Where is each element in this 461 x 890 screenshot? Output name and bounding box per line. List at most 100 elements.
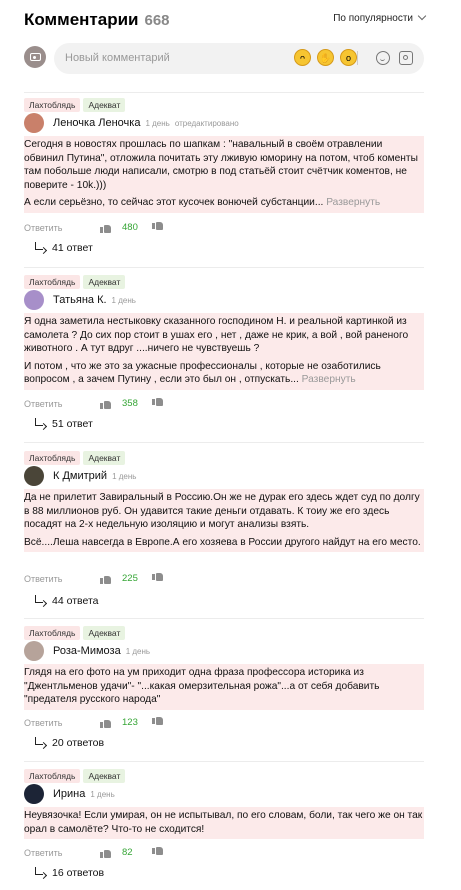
comment-paragraph: Глядя на его фото на ум приходит одна фр…	[24, 667, 380, 705]
comment-badges: Лахтоблядь Адекват	[24, 769, 128, 783]
comment-actions: Ответить 358	[24, 398, 424, 412]
comment-actions: Ответить 480	[24, 222, 424, 236]
new-comment-input[interactable]: Новый комментарий ᴖ ✋ o	[54, 43, 424, 74]
thumbs-up-icon[interactable]	[100, 717, 111, 729]
comment-body: Да не прилетит Завиральный в Россию.Он ж…	[24, 489, 424, 552]
badge: Адекват	[83, 451, 126, 465]
show-replies-button[interactable]: 44 ответа	[35, 595, 99, 609]
show-replies-button[interactable]: 51 ответ	[35, 418, 93, 432]
comment-badges: Лахтоблядь Адекват	[24, 98, 128, 112]
clap-emoji-icon[interactable]: ✋	[317, 49, 334, 66]
comment-actions: Ответить 82	[24, 847, 424, 861]
show-replies-button[interactable]: 16 ответов	[35, 867, 104, 881]
reply-arrow-icon	[35, 418, 43, 426]
comment-composer: Новый комментарий ᴖ ✋ o	[24, 43, 424, 74]
avatar[interactable]	[24, 290, 44, 310]
laugh-emoji-icon[interactable]: ᴖ	[294, 49, 311, 66]
avatar[interactable]	[24, 466, 44, 486]
thumbs-up-icon[interactable]	[100, 222, 111, 234]
reply-button[interactable]: Ответить	[24, 848, 62, 858]
comment-time: 1 день	[145, 119, 170, 128]
rating-score: 82	[122, 847, 133, 858]
reply-button[interactable]: Ответить	[24, 718, 62, 728]
comment-time: 1 день	[111, 296, 136, 305]
replies-count: 44 ответа	[52, 595, 99, 607]
badge: Адекват	[83, 769, 126, 783]
comment-paragraph: И потом , что же это за ужасные професси…	[24, 360, 381, 386]
comment-paragraph: Да не прилетит Завиральный в Россию.Он ж…	[24, 492, 420, 530]
edited-label: отредактировано	[174, 119, 239, 128]
show-replies-button[interactable]: 20 ответов	[35, 737, 104, 751]
comment-badges: Лахтоблядь Адекват	[24, 275, 128, 289]
comment-author: Леночка Леночка 1 день отредактировано	[24, 113, 424, 133]
author-name[interactable]: К Дмитрий	[53, 470, 107, 482]
comment: Лахтоблядь Адекват К Дмитрий 1 день Да не …	[24, 451, 424, 609]
avatar[interactable]	[24, 641, 44, 661]
emoji-picker-icon[interactable]	[376, 51, 390, 65]
reply-button[interactable]: Ответить	[24, 399, 62, 409]
comment-author: Ирина 1 день	[24, 784, 424, 804]
sort-dropdown[interactable]: По популярности	[333, 11, 427, 24]
divider	[24, 267, 424, 268]
thumbs-up-icon[interactable]	[100, 573, 111, 585]
comments-count: 668	[144, 12, 170, 29]
user-avatar[interactable]	[24, 46, 46, 68]
author-name[interactable]: Леночка Леночка	[53, 117, 140, 129]
comment-body: Глядя на его фото на ум приходит одна фр…	[24, 664, 424, 710]
author-name[interactable]: Татьяна К.	[53, 294, 107, 306]
show-replies-button[interactable]: 41 ответ	[35, 242, 93, 256]
comment: Лахтоблядь Адекват Роза-Мимоза 1 день Гляд…	[24, 626, 424, 752]
comment-paragraph: Всё....Леша навсегда в Европе.А его хозя…	[24, 536, 421, 548]
comment-body: Сегодня в новостях прошлась по шапкам : …	[24, 136, 424, 213]
thumbs-up-icon[interactable]	[100, 847, 111, 859]
badge: Лахтоблядь	[24, 275, 81, 289]
comment-badges: Лахтоблядь Адекват	[24, 626, 128, 640]
thumbs-down-icon[interactable]	[152, 573, 163, 585]
comment-actions: Ответить 225	[24, 573, 424, 587]
badge: Адекват	[83, 275, 126, 289]
wow-emoji-icon[interactable]: o	[340, 49, 357, 66]
thumbs-up-icon[interactable]	[100, 398, 111, 410]
rating-score: 123	[122, 717, 138, 728]
thumbs-down-icon[interactable]	[152, 222, 163, 234]
replies-count: 51 ответ	[52, 418, 93, 430]
camera-icon	[29, 53, 41, 61]
badge: Лахтоблядь	[24, 98, 81, 112]
comment-body: Неувязочка! Если умирая, он не испытывал…	[24, 807, 424, 839]
replies-count: 41 ответ	[52, 242, 93, 254]
comment-time: 1 день	[112, 472, 137, 481]
reply-arrow-icon	[35, 737, 43, 745]
reply-arrow-icon	[35, 595, 43, 603]
expand-link[interactable]: Развернуть	[302, 374, 356, 385]
expand-link[interactable]: Развернуть	[326, 197, 380, 208]
thumbs-down-icon[interactable]	[152, 847, 163, 859]
comment-author: Татьяна К. 1 день	[24, 290, 424, 310]
attach-photo-icon[interactable]	[399, 51, 413, 65]
badge: Лахтоблядь	[24, 769, 81, 783]
badge: Адекват	[83, 626, 126, 640]
badge: Лахтоблядь	[24, 451, 81, 465]
comments-title: Комментарии 668	[24, 10, 170, 29]
comment-body: Я одна заметила нестыковку сказанного го…	[24, 313, 424, 390]
author-name[interactable]: Ирина	[53, 788, 85, 800]
reply-button[interactable]: Ответить	[24, 223, 62, 233]
reply-button[interactable]: Ответить	[24, 574, 62, 584]
replies-count: 16 ответов	[52, 867, 105, 879]
comment-time: 1 день	[125, 647, 151, 656]
chevron-down-icon	[417, 11, 427, 21]
reply-arrow-icon	[35, 867, 43, 875]
thumbs-down-icon[interactable]	[152, 398, 163, 410]
comment: Лахтоблядь Адекват Ирина 1 день Неувязочка…	[24, 769, 424, 887]
avatar[interactable]	[24, 784, 44, 804]
comments-header: Комментарии 668 По популярности	[24, 8, 427, 30]
comment-time: 1 день	[90, 790, 115, 799]
badge: Адекват	[83, 98, 126, 112]
author-name[interactable]: Роза-Мимоза	[53, 645, 121, 657]
sort-label: По популярности	[333, 13, 413, 24]
divider	[24, 618, 424, 619]
badge: Лахтоблядь	[24, 626, 81, 640]
rating-score: 358	[122, 398, 138, 409]
comment-actions: Ответить 123	[24, 717, 424, 731]
thumbs-down-icon[interactable]	[152, 717, 163, 729]
avatar[interactable]	[24, 113, 44, 133]
